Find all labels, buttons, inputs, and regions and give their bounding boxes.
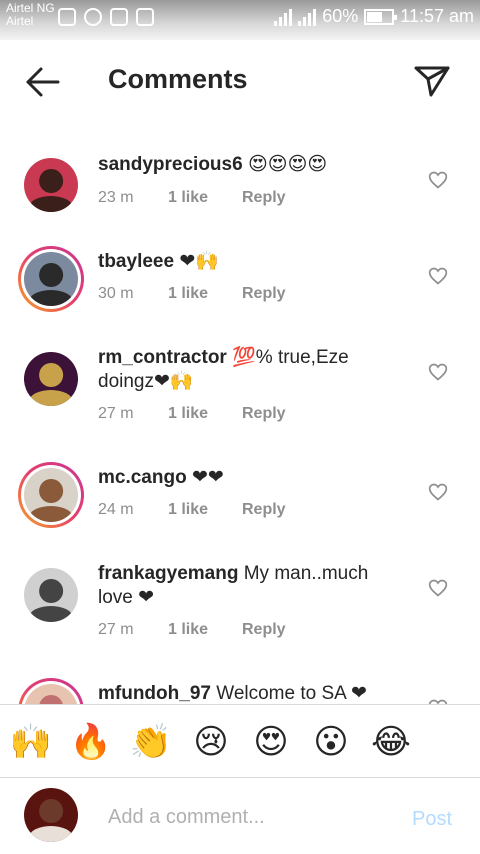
comment-text: frankagyemang My man..much love ❤ bbox=[98, 562, 398, 610]
comment-meta: 27 m 1 like Reply bbox=[98, 405, 286, 423]
commenter-avatar[interactable] bbox=[18, 678, 84, 704]
commenter-avatar[interactable] bbox=[18, 562, 84, 628]
carrier-label: Airtel NG Airtel bbox=[6, 2, 55, 28]
reply-button[interactable]: Reply bbox=[242, 501, 286, 519]
comment-username[interactable]: frankagyemang bbox=[98, 563, 238, 584]
comment-list[interactable]: sandyprecious6 😍😍😍😍 23 m1 like Reply tbayle… bbox=[0, 120, 480, 704]
clapping-emoji[interactable]: 👏 bbox=[128, 719, 174, 765]
comment-time: 30 m bbox=[98, 285, 134, 302]
whatsapp-notification-icon bbox=[84, 8, 102, 26]
laughing-emoji[interactable]: 😂 bbox=[368, 719, 414, 765]
reply-button[interactable]: Reply bbox=[242, 285, 286, 303]
comment-composer: Post bbox=[0, 778, 480, 854]
comment-meta: 23 m 1 like Reply bbox=[98, 189, 286, 207]
reply-button[interactable]: Reply bbox=[242, 621, 286, 639]
battery-icon bbox=[364, 8, 398, 25]
back-arrow-icon[interactable] bbox=[24, 62, 64, 102]
comment-likes[interactable]: 1 like bbox=[168, 189, 242, 207]
comment-text: mc.cango ❤❤ bbox=[98, 466, 398, 490]
clock: 11:57 am bbox=[400, 6, 474, 26]
signal-icon bbox=[274, 8, 293, 26]
comment-text: sandyprecious6 😍😍😍😍 bbox=[98, 153, 398, 177]
comment-text: tbayleee ❤🙌 bbox=[98, 250, 398, 274]
like-heart-icon[interactable] bbox=[428, 170, 448, 190]
like-heart-icon[interactable] bbox=[428, 578, 448, 598]
comment-time: 23 m bbox=[98, 189, 134, 206]
comment-likes[interactable]: 1 like bbox=[168, 285, 242, 303]
header: Comments bbox=[0, 40, 480, 120]
comment-username[interactable]: rm_contractor bbox=[98, 347, 227, 368]
comment-body: 😍😍😍😍 bbox=[247, 154, 328, 175]
comment-username[interactable]: mfundoh_97 bbox=[98, 683, 211, 704]
current-user-avatar bbox=[24, 788, 78, 842]
carrier-bottom: Airtel bbox=[6, 14, 34, 28]
commenter-avatar[interactable] bbox=[18, 346, 84, 412]
like-heart-icon[interactable] bbox=[428, 362, 448, 382]
comment-body: ❤❤ bbox=[191, 467, 224, 488]
comment-meta: 24 m 1 like Reply bbox=[98, 501, 286, 519]
status-bar: Airtel NG Airtel 60% 11:57 am bbox=[0, 0, 480, 40]
commenter-avatar[interactable] bbox=[18, 246, 84, 312]
like-heart-icon[interactable] bbox=[428, 482, 448, 502]
comment-body: ❤🙌 bbox=[179, 251, 219, 272]
gallery-notification-icon bbox=[58, 8, 76, 26]
comment-likes[interactable]: 1 like bbox=[168, 405, 242, 423]
like-heart-icon[interactable] bbox=[428, 266, 448, 286]
keyboard-notification-icon bbox=[136, 8, 154, 26]
commenter-avatar[interactable] bbox=[18, 462, 84, 528]
instagram-notification-icon bbox=[110, 8, 128, 26]
comment-username[interactable]: tbayleee bbox=[98, 251, 174, 272]
comment-username[interactable]: mc.cango bbox=[98, 467, 187, 488]
comment-username[interactable]: sandyprecious6 bbox=[98, 154, 243, 175]
fire-emoji[interactable]: 🔥 bbox=[68, 719, 114, 765]
reply-button[interactable]: Reply bbox=[242, 189, 286, 207]
comment-likes[interactable]: 1 like bbox=[168, 501, 242, 519]
comment-body: Welcome to SA ❤ bbox=[216, 683, 367, 704]
comment-text: rm_contractor 💯% true,Eze doingz❤🙌 bbox=[98, 346, 398, 394]
signal-icon-2 bbox=[298, 8, 317, 26]
raised-hands-emoji[interactable]: 🙌 bbox=[8, 719, 54, 765]
send-direct-icon[interactable] bbox=[412, 60, 452, 100]
emoji-quick-bar: 🙌 🔥 👏 😢 😍 😮 😂 bbox=[0, 704, 480, 778]
comment-time: 27 m bbox=[98, 621, 134, 638]
heart-eyes-emoji[interactable]: 😍 bbox=[248, 719, 294, 765]
post-button[interactable]: Post bbox=[412, 808, 452, 831]
crying-emoji[interactable]: 😢 bbox=[188, 719, 234, 765]
comment-text: mfundoh_97 Welcome to SA ❤ bbox=[98, 682, 398, 704]
comment-time: 24 m bbox=[98, 501, 134, 518]
comment-time: 27 m bbox=[98, 405, 134, 422]
commenter-avatar[interactable] bbox=[18, 152, 84, 218]
surprised-emoji[interactable]: 😮 bbox=[308, 719, 354, 765]
reply-button[interactable]: Reply bbox=[242, 405, 286, 423]
comment-input[interactable] bbox=[108, 802, 388, 832]
comment-meta: 30 m 1 like Reply bbox=[98, 285, 286, 303]
battery-percent: 60% bbox=[322, 6, 359, 26]
comment-meta: 27 m 1 like Reply bbox=[98, 621, 286, 639]
page-title: Comments bbox=[108, 64, 248, 94]
comment-likes[interactable]: 1 like bbox=[168, 621, 242, 639]
